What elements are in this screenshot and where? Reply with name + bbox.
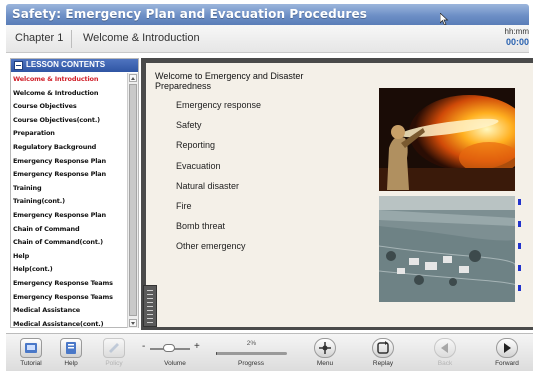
volume-plus-icon[interactable]: + (194, 341, 200, 352)
lesson-item[interactable]: Emergency Response Teams (13, 291, 126, 305)
topic-item: Safety (176, 120, 202, 131)
title-bar: Safety: Emergency Plan and Evacuation Pr… (6, 4, 529, 25)
marker (518, 199, 521, 205)
lesson-item[interactable]: Emergency Response Teams (13, 277, 126, 291)
topic-item: Reporting (176, 140, 216, 151)
marker (518, 221, 521, 227)
policy-label: Policy (105, 360, 123, 367)
scroll-up-icon[interactable] (129, 74, 137, 82)
volume-label: Volume (164, 360, 186, 367)
divider (71, 30, 72, 48)
lesson-item[interactable]: Emergency Response Plan (13, 168, 126, 182)
lesson-contents-title: LESSON CONTENTS (26, 60, 106, 69)
progress-fill (216, 352, 218, 355)
image-scroll-markers (518, 199, 521, 303)
menu-button[interactable]: Menu (300, 334, 350, 371)
lesson-item[interactable]: Chain of Command (13, 223, 126, 237)
marker (518, 285, 521, 291)
topic-list: Emergency response Safety Reporting Evac… (176, 100, 261, 262)
marker (518, 243, 521, 249)
chapter-bar: Chapter 1 Welcome & Introduction hh:mm 0… (6, 25, 529, 53)
progress-bar (216, 352, 287, 355)
lesson-item[interactable]: Help(cont.) (13, 263, 126, 277)
lesson-item[interactable]: Training(cont.) (13, 195, 126, 209)
back-icon (434, 338, 456, 358)
lesson-item[interactable]: Course Objectives(cont.) (13, 114, 126, 128)
replay-button[interactable]: Replay (358, 334, 408, 371)
collapse-icon[interactable] (14, 61, 23, 70)
lesson-item[interactable]: Medical Assistance (13, 304, 126, 318)
lesson-item[interactable]: Training (13, 182, 126, 196)
topic-item: Other emergency (176, 241, 246, 252)
topic-label: Welcome & Introduction (83, 32, 200, 44)
firefighter-photo (379, 88, 515, 191)
tutorial-icon (20, 338, 42, 358)
topic-item: Bomb threat (176, 221, 226, 232)
policy-button[interactable]: Policy (89, 334, 139, 371)
menu-icon (314, 338, 336, 358)
forward-label: Forward (495, 360, 519, 367)
back-button[interactable]: Back (420, 334, 470, 371)
replay-icon (372, 338, 394, 358)
topic-item: Evacuation (176, 160, 221, 171)
lesson-content-area: Welcome to Emergency and Disaster Prepar… (141, 58, 533, 330)
menu-label: Menu (316, 360, 334, 367)
volume-slider-knob[interactable] (163, 344, 175, 352)
volume-control[interactable]: - + Volume (142, 334, 208, 371)
lesson-item[interactable]: Emergency Response Plan (13, 209, 126, 223)
chapter-label: Chapter 1 (15, 32, 64, 44)
forward-button[interactable]: Forward (482, 334, 532, 371)
topic-item: Emergency response (176, 100, 262, 110)
help-icon (60, 338, 82, 358)
flood-aerial-photo (379, 196, 515, 302)
slide-heading: Welcome to Emergency and Disaster Prepar… (155, 71, 304, 91)
window-title: Safety: Emergency Plan and Evacuation Pr… (12, 7, 367, 21)
lesson-item[interactable]: Preparation (13, 127, 126, 141)
progress-label: Progress (237, 360, 264, 367)
lesson-item[interactable]: Welcome & Introduction (13, 73, 126, 87)
mouse-cursor-icon (440, 13, 449, 25)
lesson-item[interactable]: Emergency Response Plan (13, 155, 126, 169)
lesson-item[interactable]: Medical Assistance(cont.) (13, 318, 126, 332)
lesson-item[interactable]: Welcome & Introduction (13, 87, 126, 101)
topic-item: Fire (176, 200, 192, 211)
slide-page: Welcome to Emergency and Disaster Prepar… (146, 63, 533, 327)
policy-icon (103, 338, 125, 358)
lesson-contents-header[interactable]: LESSON CONTENTS (11, 59, 138, 72)
lesson-item[interactable]: Help (13, 250, 126, 264)
back-label: Back (437, 360, 453, 367)
replay-label: Replay (372, 360, 394, 367)
panel-splitter-handle[interactable] (143, 285, 157, 327)
sidebar-scrollbar[interactable] (127, 73, 138, 328)
volume-minus-icon[interactable]: - (142, 341, 145, 352)
progress-percent: 2% (246, 340, 257, 347)
progress-indicator: 2% Progress (216, 334, 287, 371)
marker (518, 265, 521, 271)
lesson-contents-panel: LESSON CONTENTS Welcome & Introduction W… (10, 58, 139, 328)
scroll-down-icon[interactable] (129, 319, 137, 327)
lesson-item[interactable]: Chain of Command(cont.) (13, 236, 126, 250)
lesson-item[interactable]: Course Objectives (13, 100, 126, 114)
topic-item: Natural disaster (176, 180, 240, 191)
scroll-thumb[interactable] (129, 84, 137, 316)
player-toolbar: Tutorial Help Policy - + Volume 2% Progr… (6, 333, 533, 371)
forward-icon (496, 338, 518, 358)
lesson-list: Welcome & Introduction Welcome & Introdu… (13, 73, 126, 331)
elapsed-time: 00:00 (505, 37, 529, 47)
lesson-item[interactable]: Regulatory Background (13, 141, 126, 155)
time-label: hh:mm (504, 27, 529, 36)
